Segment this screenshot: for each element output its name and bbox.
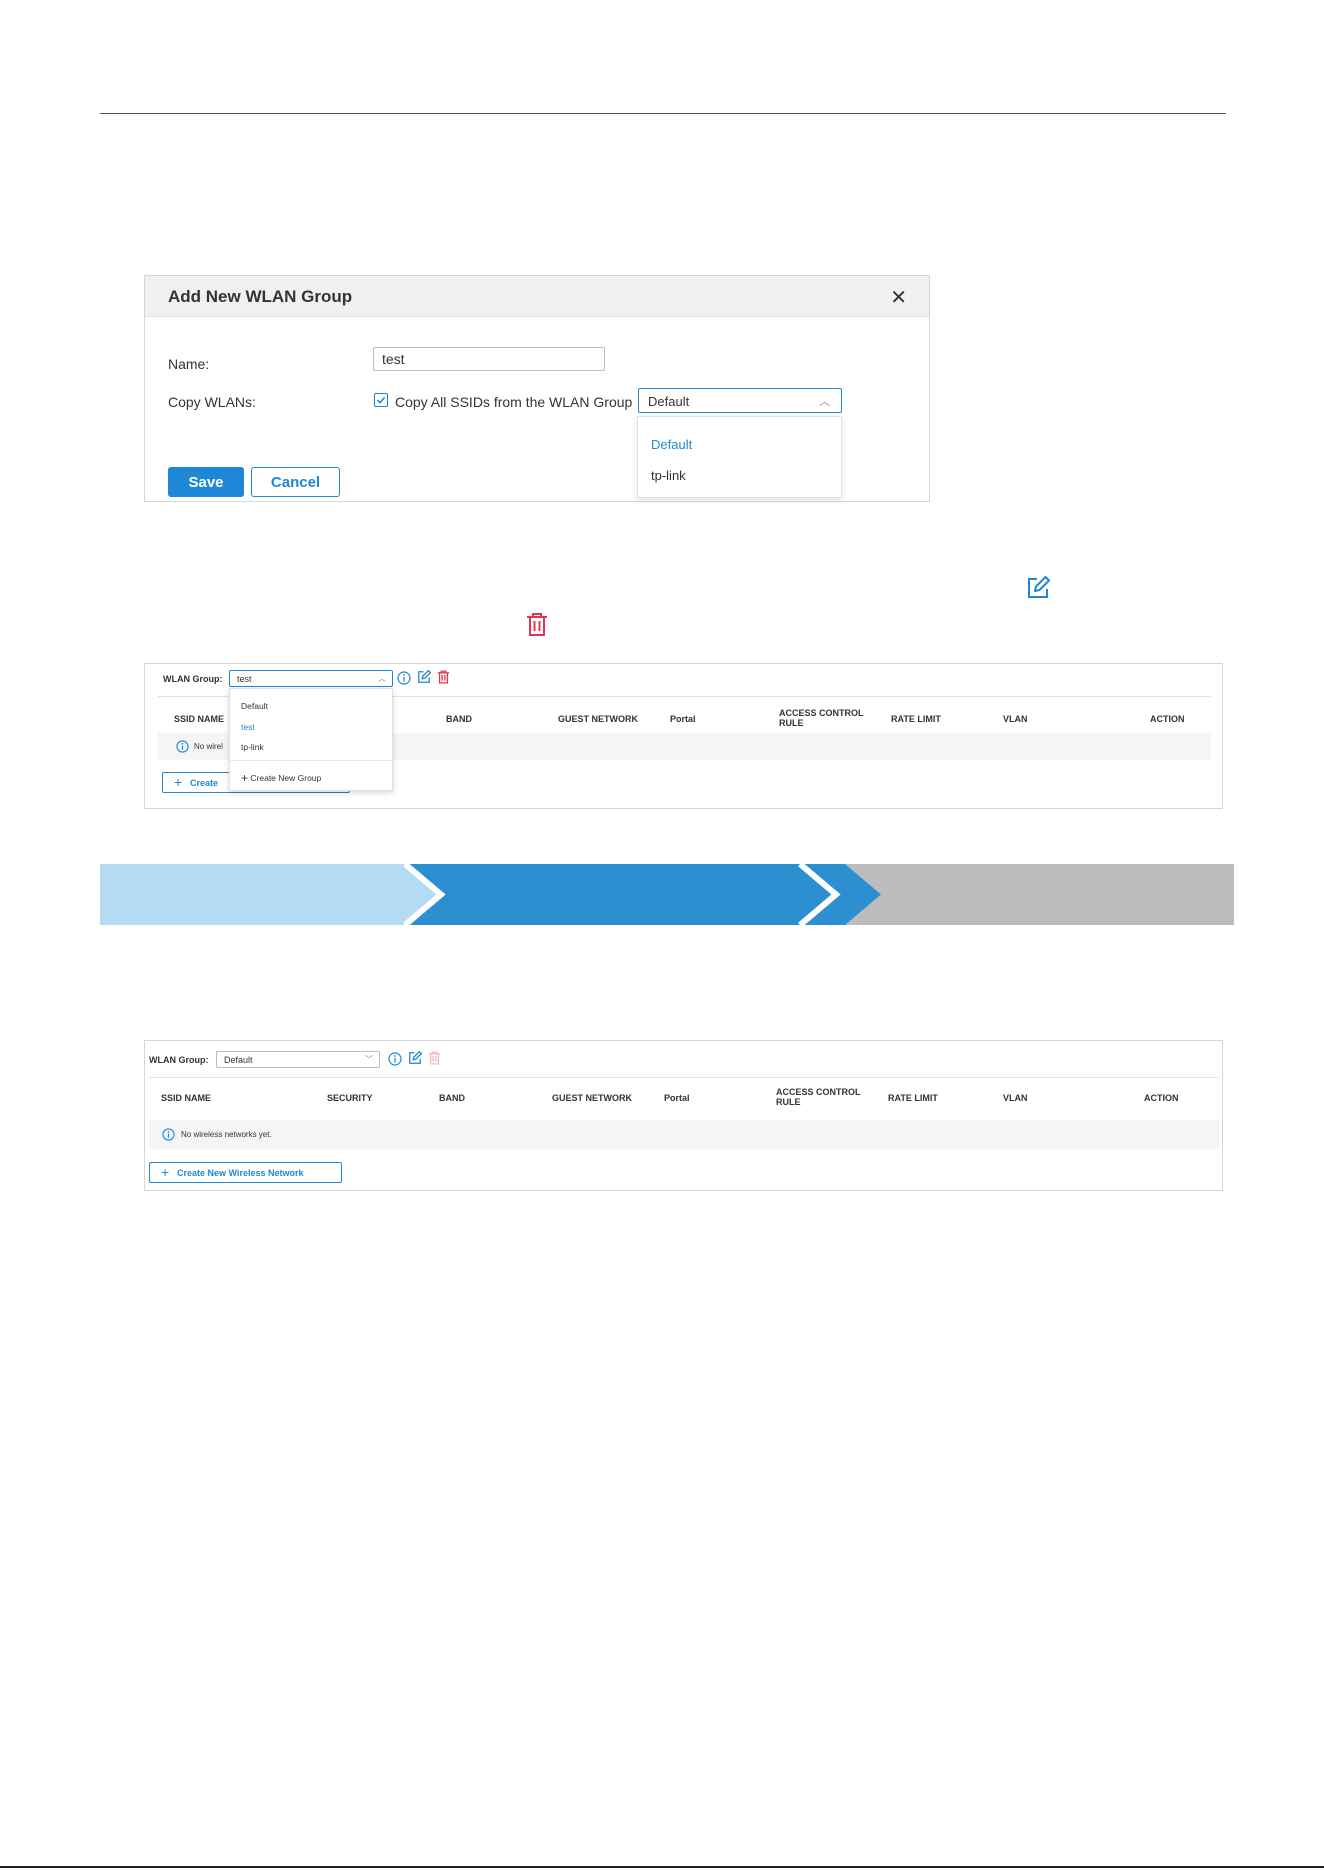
- step-1: [100, 864, 441, 925]
- column-header: VLAN: [1003, 1093, 1028, 1103]
- plus-icon: +: [161, 1164, 170, 1180]
- check-icon: [376, 396, 386, 404]
- create-button-label: Create New Wireless Network: [177, 1168, 304, 1178]
- info-icon: [176, 740, 189, 753]
- trash-icon: [527, 613, 547, 636]
- empty-text: No wirel: [194, 742, 223, 751]
- copy-group-option-tp-link[interactable]: tp-link: [651, 468, 686, 483]
- edit-icon: [1028, 576, 1050, 598]
- name-input[interactable]: [373, 347, 605, 371]
- create-button-label: Create: [190, 778, 219, 788]
- column-header: GUEST NETWORK: [558, 714, 638, 724]
- step-progress-banner: [100, 864, 1234, 925]
- column-header: SSID NAME: [174, 714, 225, 724]
- column-header: BAND: [446, 714, 472, 724]
- wlan-group-panel-default: WLAN Group: Default ﹀ SSID NAME SECURITY…: [144, 1040, 1223, 1191]
- chevron-up-icon: ︿: [819, 396, 830, 408]
- column-header: ACTION: [1144, 1093, 1179, 1103]
- create-wireless-network-button[interactable]: + Create New Wireless Network: [149, 1162, 342, 1183]
- column-header: GUEST NETWORK: [552, 1093, 632, 1103]
- column-header: ACCESS CONTROL RULE: [779, 708, 864, 728]
- menu-divider: [230, 760, 392, 761]
- wlan-group-menu: Default test tp-link + Create New Group: [229, 688, 393, 791]
- name-label: Name:: [168, 356, 210, 372]
- wlan-group-label: WLAN Group:: [149, 1055, 209, 1065]
- column-header: BAND: [439, 1093, 465, 1103]
- wlan-group-select-value: Default: [224, 1055, 253, 1065]
- menu-option-test[interactable]: test: [241, 722, 255, 732]
- info-icon[interactable]: [388, 1052, 402, 1066]
- column-header: ACCESS CONTROL RULE: [776, 1087, 861, 1107]
- menu-option-default[interactable]: Default: [241, 701, 268, 711]
- copy-wlans-label: Copy WLANs:: [168, 394, 256, 410]
- column-header: RATE LIMIT: [891, 714, 941, 724]
- save-button[interactable]: Save: [168, 467, 244, 497]
- column-header: RATE LIMIT: [888, 1093, 938, 1103]
- chevron-down-icon: ﹀: [365, 1055, 373, 1064]
- column-header: ACTION: [1150, 714, 1185, 724]
- chevron-up-icon: ︿: [378, 674, 386, 683]
- page-footer-rule: [0, 1866, 1324, 1868]
- wlan-group-select-value: test: [237, 674, 252, 684]
- plus-icon: +: [241, 771, 249, 785]
- copy-group-option-default[interactable]: Default: [651, 437, 692, 452]
- close-icon[interactable]: ✕: [890, 285, 907, 310]
- info-icon: [162, 1128, 175, 1141]
- create-group-label: Create New Group: [250, 773, 322, 783]
- column-header: Portal: [664, 1093, 690, 1103]
- info-icon[interactable]: [397, 671, 411, 685]
- menu-create-new-group[interactable]: + Create New Group: [241, 770, 322, 785]
- plus-icon: +: [174, 774, 183, 790]
- empty-text: No wireless networks yet.: [181, 1130, 272, 1139]
- column-header: VLAN: [1003, 714, 1028, 724]
- column-header: Portal: [670, 714, 696, 724]
- column-header: SSID NAME: [161, 1093, 212, 1103]
- edit-icon[interactable]: [408, 1051, 422, 1065]
- column-header: SECURITY: [327, 1093, 373, 1103]
- wlan-group-select[interactable]: Default ﹀: [216, 1051, 380, 1068]
- cancel-button[interactable]: Cancel: [251, 467, 340, 497]
- dialog-title: Add New WLAN Group: [168, 287, 353, 306]
- divider: [149, 1077, 1219, 1078]
- copy-group-select[interactable]: Default ︿: [638, 388, 842, 413]
- copy-group-select-value: Default: [648, 394, 690, 409]
- copy-ssids-checkbox[interactable]: [374, 393, 388, 407]
- copy-group-menu: Default tp-link: [637, 416, 842, 498]
- empty-row: [149, 1120, 1219, 1149]
- copy-ssids-text: Copy All SSIDs from the WLAN Group: [395, 394, 633, 410]
- add-wlan-group-dialog: Add New WLAN Group ✕ Name: Copy WLANs: C…: [144, 275, 930, 502]
- edit-icon[interactable]: [417, 670, 431, 684]
- trash-icon[interactable]: [437, 670, 450, 684]
- trash-icon: [428, 1051, 441, 1065]
- wlan-group-label: WLAN Group:: [163, 674, 223, 684]
- wlan-group-select[interactable]: test ︿: [229, 670, 393, 687]
- dialog-header: Add New WLAN Group ✕: [145, 276, 929, 317]
- menu-option-tp-link[interactable]: tp-link: [241, 742, 264, 752]
- page-header-rule: [100, 113, 1226, 114]
- wlan-group-panel-dropdown: WLAN Group: test ︿ SSID NAME BAND GUEST …: [144, 663, 1223, 809]
